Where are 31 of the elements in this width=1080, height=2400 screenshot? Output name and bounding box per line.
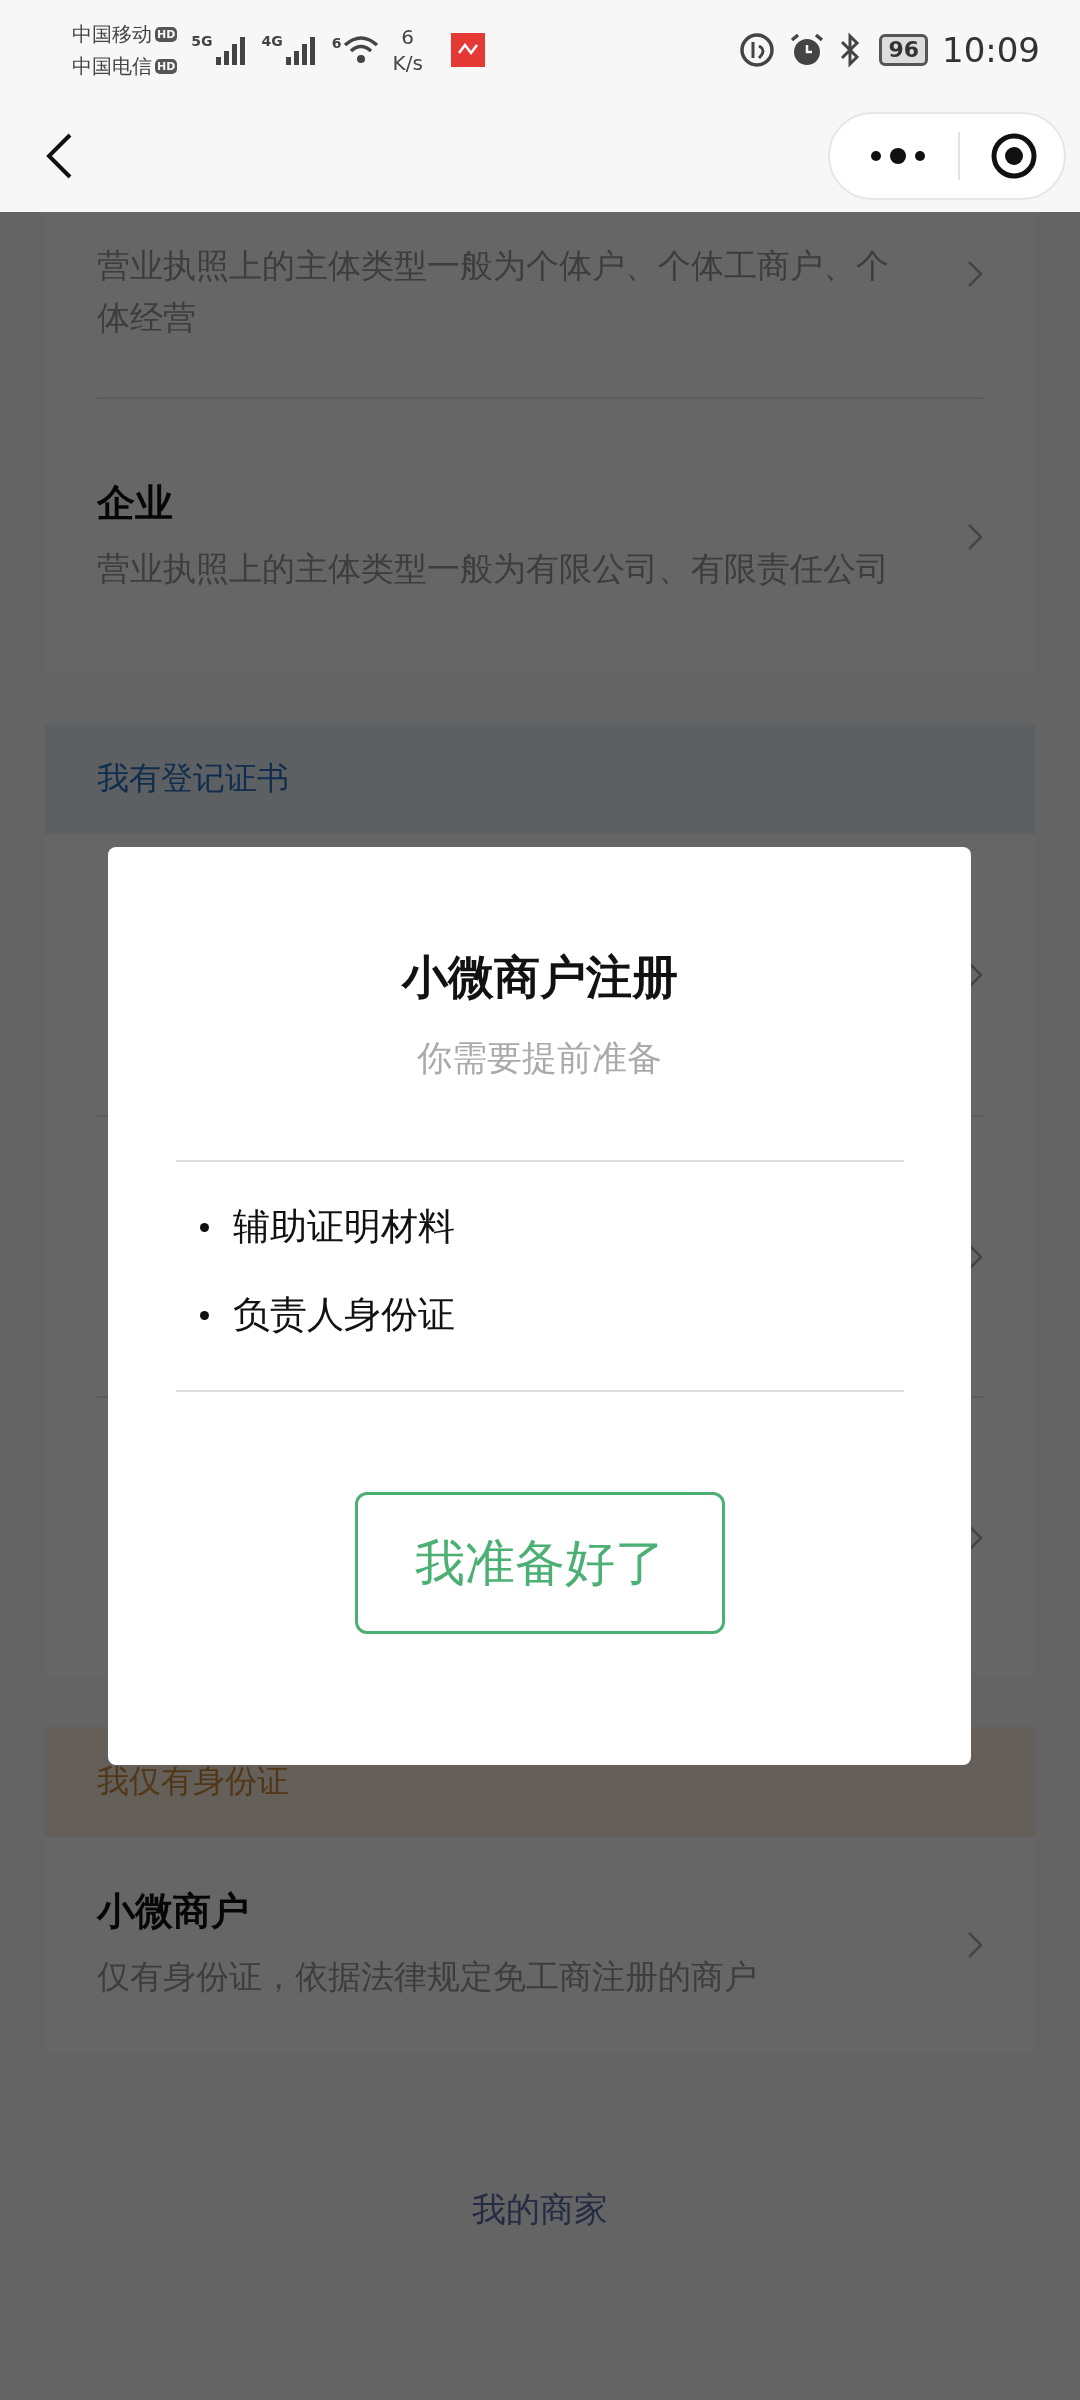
speed-unit: K/s <box>392 50 423 76</box>
data-saver-icon <box>739 32 776 68</box>
ready-button[interactable]: 我准备好了 <box>354 1492 725 1634</box>
carrier-name: 中国电信 <box>72 53 152 80</box>
dialog-subtitle: 你需要提前准备 <box>417 1037 662 1080</box>
app-notification-icon <box>450 33 485 67</box>
back-icon[interactable] <box>44 132 74 180</box>
option-title: 小微商户 <box>97 1888 250 1935</box>
speed-value: 6 <box>401 24 415 50</box>
requirement-text: 辅助证明材料 <box>232 1204 455 1250</box>
carrier-name: 中国移动 <box>72 21 152 48</box>
option-title: 企业 <box>97 480 174 527</box>
hd-badge: HD <box>155 58 178 74</box>
alarm-icon <box>789 32 826 68</box>
bullet-dot <box>199 1310 209 1320</box>
bullet-dot <box>199 1222 209 1232</box>
requirement-text: 负责人身份证 <box>232 1292 455 1338</box>
my-merchants-link[interactable]: 我的商家 <box>472 2187 608 2233</box>
network-label: 4G <box>261 33 283 49</box>
section-title: 我有登记证书 <box>97 758 289 799</box>
hd-badge: HD <box>155 26 178 42</box>
battery-icon: 96 <box>879 34 928 66</box>
wifi-icon <box>342 35 379 65</box>
wifi-label: 6 <box>331 35 342 51</box>
bluetooth-icon <box>839 32 862 68</box>
close-icon[interactable] <box>990 132 1038 180</box>
section-title: 我仅有身份证 <box>97 1761 289 1802</box>
more-icon[interactable] <box>868 146 928 166</box>
network-label: 5G <box>191 33 213 49</box>
clock-time: 10:09 <box>942 30 1040 70</box>
dialog-title: 小微商户注册 <box>401 949 678 1006</box>
